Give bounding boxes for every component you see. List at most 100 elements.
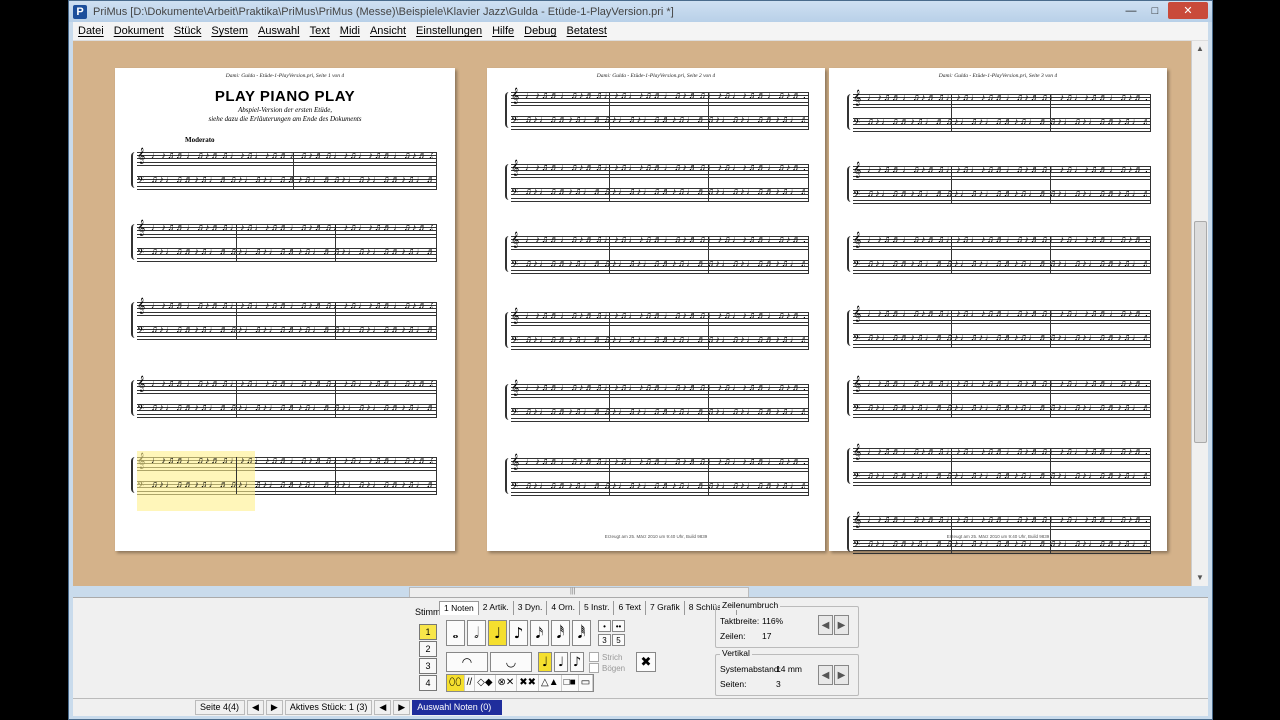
notehead-x-icon[interactable]: ✖✖	[517, 675, 540, 691]
bass-clef-icon[interactable]: 𝄢	[137, 247, 144, 261]
treble-clef-icon[interactable]: 𝄞	[137, 221, 145, 235]
treble-notes[interactable]: ♩♪♫♬♩♫♪♬♫♩♪♫♩♪♫♬♩♫♪♬♫♩♪♫♩♪♫♬♩♫♪♬♫♩♪♫♩♪♫♬…	[525, 309, 805, 321]
barline[interactable]	[436, 224, 437, 261]
piano-system[interactable]: 𝄞 𝄢 ♩♪♫♬♩♫♪♬♫♩♪♫♩♪♫♬♩♫♪♬♫♩♪♫♩♪♫♬♩♫♪♬♫♩♪♫♩♪…	[505, 378, 809, 422]
barline[interactable]	[436, 152, 437, 189]
score-page-1[interactable]: Dami: Gulda - Etüde-1-PlayVersion.pri, S…	[115, 68, 455, 551]
bass-clef-icon[interactable]: 𝄢	[511, 259, 518, 273]
scroll-grip-icon[interactable]: |||	[570, 588, 575, 595]
treble-clef-icon[interactable]: 𝄞	[853, 513, 861, 527]
barline[interactable]	[1150, 310, 1151, 347]
notehead-diamond-icon[interactable]: ◇◆	[475, 675, 496, 691]
tab-text[interactable]: 6 Text	[614, 601, 647, 615]
whole-note-icon[interactable]: 𝅝	[446, 620, 465, 646]
bass-notes[interactable]: ♫♪♩♫♬♪♫♩♬♫♪♩♫♪♩♫♬♪♫♩♬♫♪♩♫♪♩♫♬♪♫♩♬♫♪♩♫♪♩♫…	[151, 478, 433, 490]
strich-checkbox[interactable]: Strich	[589, 652, 622, 662]
barline[interactable]	[808, 236, 809, 273]
checkbox-box[interactable]	[589, 663, 599, 673]
quintuplet-button[interactable]: 5	[612, 634, 625, 646]
menu-dokument[interactable]: Dokument	[109, 25, 169, 37]
grace-note-icon[interactable]: ♪	[570, 652, 584, 672]
treble-notes[interactable]: ♩♪♫♬♩♫♪♬♫♩♪♫♩♪♫♬♩♫♪♬♫♩♪♫♩♪♫♬♩♫♪♬♫♩♪♫♩♪♫♬…	[867, 445, 1147, 457]
eighth-note-icon[interactable]: ♪	[509, 620, 528, 646]
piano-system[interactable]: 𝄞 𝄢 ♩♪♫♬♩♫♪♬♫♩♪♫♩♪♫♬♩♫♪♬♫♩♪♫♩♪♫♬♩♫♪♬♫♩♪♫♩♪…	[505, 158, 809, 202]
bass-notes[interactable]: ♫♪♩♫♬♪♫♩♬♫♪♩♫♪♩♫♬♪♫♩♬♫♪♩♫♪♩♫♬♪♫♩♬♫♪♩♫♪♩♫…	[867, 187, 1147, 199]
close-button[interactable]: ✕	[1168, 2, 1208, 19]
half-note-icon[interactable]: 𝅗𝅥	[467, 620, 486, 646]
bass-notes[interactable]: ♫♪♩♫♬♪♫♩♬♫♪♩♫♪♩♫♬♪♫♩♬♫♪♩♫♪♩♫♬♪♫♩♬♫♪♩♫♪♩♫…	[867, 115, 1147, 127]
bass-clef-icon[interactable]: 𝄢	[137, 325, 144, 339]
scroll-up-icon[interactable]: ▲	[1192, 41, 1208, 57]
bass-notes[interactable]: ♫♪♩♫♬♪♫♩♬♫♪♩♫♪♩♫♬♪♫♩♬♫♪♩♫♪♩♫♬♪♫♩♬♫♪♩♫♪♩♫…	[525, 185, 805, 197]
percent-tool-icon[interactable]: ✖	[636, 652, 656, 672]
voice-3-button[interactable]: 3	[419, 658, 437, 674]
barline[interactable]	[808, 458, 809, 495]
seiten-decrease-icon[interactable]: ◀	[818, 665, 833, 685]
notehead-triangle-icon[interactable]: △▲	[539, 675, 562, 691]
menu-einstellungen[interactable]: Einstellungen	[411, 25, 487, 37]
menu-ansicht[interactable]: Ansicht	[365, 25, 411, 37]
treble-clef-icon[interactable]: 𝄞	[137, 299, 145, 313]
checkbox-box[interactable]	[589, 652, 599, 662]
bass-notes[interactable]: ♫♪♩♫♬♪♫♩♬♫♪♩♫♪♩♫♬♪♫♩♬♫♪♩♫♪♩♫♬♪♫♩♬♫♪♩♫♪♩♫…	[151, 401, 433, 413]
sixteenth-note-icon[interactable]: 𝅘𝅥𝅯	[530, 620, 549, 646]
page-next-icon[interactable]: ▶	[265, 700, 283, 715]
bass-notes[interactable]: ♫♪♩♫♬♪♫♩♬♫♪♩♫♪♩♫♬♪♫♩♬♫♪♩♫♪♩♫♬♪♫♩♬♫♪♩♫♪♩♫…	[867, 537, 1147, 549]
bass-clef-icon[interactable]: 𝄢	[137, 403, 144, 417]
piano-system[interactable]: 𝄞 𝄢 ♩♪♫♬♩♫♪♬♫♩♪♫♩♪♫♬♩♫♪♬♫♩♪♫♩♪♫♬♩♫♪♬♫♩♪♫♩♪…	[847, 160, 1151, 204]
seiten-increase-icon[interactable]: ▶	[834, 665, 849, 685]
piano-system[interactable]: 𝄞 𝄢 ♩♪♫♬♩♫♪♬♫♩♪♫♩♪♫♬♩♫♪♬♫♩♪♫♩♪♫♬♩♫♪♬♫♩♪♫♩♪…	[505, 86, 809, 130]
treble-notes[interactable]: ♩♪♫♬♩♫♪♬♫♩♪♫♩♪♫♬♩♫♪♬♫♩♪♫♩♪♫♬♩♫♪♬♫♩♪♫♩♪♫♬…	[867, 91, 1147, 103]
bass-notes[interactable]: ♫♪♩♫♬♪♫♩♬♫♪♩♫♪♩♫♬♪♫♩♬♫♪♩♫♪♩♫♬♪♫♩♬♫♪♩♫♪♩♫…	[525, 113, 805, 125]
piano-system[interactable]: 𝄞 𝄢 ♩♪♫♬♩♫♪♬♫♩♪♫♩♪♫♬♩♫♪♬♫♩♪♫♩♪♫♬♩♫♪♬♫♩♪♫♩♪…	[847, 374, 1151, 418]
menu-midi[interactable]: Midi	[335, 25, 365, 37]
piano-system[interactable]: 𝄞 𝄢 ♩♪♫♬♩♫♪♬♫♩♪♫♩♪♫♬♩♫♪♬♫♩♪♫♩♪♫♬♩♫♪♬♫♩♪♫♩♪…	[131, 374, 437, 418]
treble-notes[interactable]: ♩♪♫♬♩♫♪♬♫♩♪♫♩♪♫♬♩♫♪♬♫♩♪♫♩♪♫♬♩♫♪♬♫♩♪♫♩♪♫♬…	[867, 233, 1147, 245]
bass-clef-icon[interactable]: 𝄢	[137, 175, 144, 189]
treble-clef-icon[interactable]: 𝄞	[853, 445, 861, 459]
piano-system[interactable]: 𝄞 𝄢 ♩♪♫♬♩♫♪♬♫♩♪♫♩♪♫♬♩♫♪♬♫♩♪♫♩♪♫♬♩♫♪♬♫♩♪♫♩♪…	[505, 230, 809, 274]
voice-2-button[interactable]: 2	[419, 641, 437, 657]
bass-clef-icon[interactable]: 𝄢	[853, 189, 860, 203]
zeilen-increase-icon[interactable]: ▶	[834, 615, 849, 635]
treble-clef-icon[interactable]: 𝄞	[511, 455, 519, 469]
treble-clef-icon[interactable]: 𝄞	[511, 381, 519, 395]
sixtyfourth-note-icon[interactable]: 𝅘𝅥𝅱	[572, 620, 591, 646]
zeilen-decrease-icon[interactable]: ◀	[818, 615, 833, 635]
notehead-cross-icon[interactable]: ⊗✕	[496, 675, 518, 691]
minimize-button[interactable]: —	[1120, 2, 1142, 19]
treble-notes[interactable]: ♩♪♫♬♩♫♪♬♫♩♪♫♩♪♫♬♩♫♪♬♫♩♪♫♩♪♫♬♩♫♪♬♫♩♪♫♩♪♫♬…	[151, 454, 433, 466]
piano-system[interactable]: 𝄞 𝄢 ♩♪♫♬♩♫♪♬♫♩♪♫♩♪♫♬♩♫♪♬♫♩♪♫♩♪♫♬♩♫♪♬♫♩♪♫♩♪…	[847, 304, 1151, 348]
treble-clef-icon[interactable]: 𝄞	[511, 233, 519, 247]
tie-icon[interactable]: ◠	[446, 652, 488, 672]
bass-clef-icon[interactable]: 𝄢	[511, 407, 518, 421]
treble-clef-icon[interactable]: 𝄞	[511, 89, 519, 103]
treble-notes[interactable]: ♩♪♫♬♩♫♪♬♫♩♪♫♩♪♫♬♩♫♪♬♫♩♪♫♩♪♫♬♩♫♪♬♫♩♪♫♩♪♫♬…	[867, 513, 1147, 525]
menu-stueck[interactable]: Stück	[169, 25, 207, 37]
treble-notes[interactable]: ♩♪♫♬♩♫♪♬♫♩♪♫♩♪♫♬♩♫♪♬♫♩♪♫♩♪♫♬♩♫♪♬♫♩♪♫♩♪♫♬…	[151, 299, 433, 311]
quarter-note-icon[interactable]: ♩	[488, 620, 507, 646]
bass-clef-icon[interactable]: 𝄢	[853, 471, 860, 485]
treble-notes[interactable]: ♩♪♫♬♩♫♪♬♫♩♪♫♩♪♫♬♩♫♪♬♫♩♪♫♩♪♫♬♩♫♪♬♫♩♪♫♩♪♫♬…	[151, 377, 433, 389]
tab-dyn[interactable]: 3 Dyn.	[514, 601, 548, 615]
treble-notes[interactable]: ♩♪♫♬♩♫♪♬♫♩♪♫♩♪♫♬♩♫♪♬♫♩♪♫♩♪♫♬♩♫♪♬♫♩♪♫♩♪♫♬…	[151, 221, 433, 233]
menu-datei[interactable]: Datei	[73, 25, 109, 37]
treble-notes[interactable]: ♩♪♫♬♩♫♪♬♫♩♪♫♩♪♫♬♩♫♪♬♫♩♪♫♩♪♫♬♩♫♪♬♫♩♪♫♩♪♫♬…	[525, 89, 805, 101]
score-subtitle[interactable]: Abspiel-Version der ersten Etüde, siehe …	[115, 106, 455, 124]
dot-icon[interactable]: •	[598, 620, 611, 632]
barline[interactable]	[1150, 236, 1151, 273]
scroll-thumb[interactable]	[1194, 221, 1207, 443]
piano-system[interactable]: 𝄞 𝄢 ♩♪♫♬♩♫♪♬♫♩♪♫♩♪♫♬♩♫♪♬♫♩♪♫♩♪♫♬♩♫♪♬♫♩♪♫♩♪…	[131, 218, 437, 262]
treble-notes[interactable]: ♩♪♫♬♩♫♪♬♫♩♪♫♩♪♫♬♩♫♪♬♫♩♪♫♩♪♫♬♩♫♪♬♫♩♪♫♩♪♫♬…	[151, 149, 433, 161]
barline[interactable]	[1150, 380, 1151, 417]
tab-noten[interactable]: 1 Noten	[439, 601, 479, 615]
bass-notes[interactable]: ♫♪♩♫♬♪♫♩♬♫♪♩♫♪♩♫♬♪♫♩♬♫♪♩♫♪♩♫♬♪♫♩♬♫♪♩♫♪♩♫…	[151, 245, 433, 257]
tab-grafik[interactable]: 7 Grafik	[646, 601, 685, 615]
barline[interactable]	[1150, 448, 1151, 485]
stem-auto-icon[interactable]: ♩	[554, 652, 568, 672]
barline[interactable]	[1150, 516, 1151, 553]
treble-notes[interactable]: ♩♪♫♬♩♫♪♬♫♩♪♫♩♪♫♬♩♫♪♬♫♩♪♫♩♪♫♬♩♫♪♬♫♩♪♫♩♪♫♬…	[525, 233, 805, 245]
tab-instr[interactable]: 5 Instr.	[580, 601, 615, 615]
treble-notes[interactable]: ♩♪♫♬♩♫♪♬♫♩♪♫♩♪♫♬♩♫♪♬♫♩♪♫♩♪♫♬♩♫♪♬♫♩♪♫♩♪♫♬…	[867, 307, 1147, 319]
scroll-down-icon[interactable]: ▼	[1192, 570, 1208, 586]
